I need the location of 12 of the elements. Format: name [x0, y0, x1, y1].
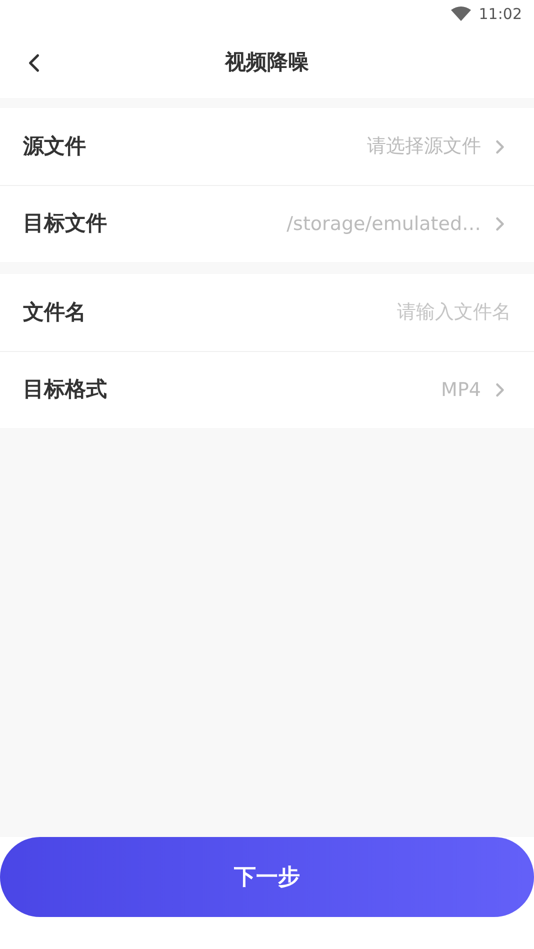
- select-field[interactable]: MP4: [441, 376, 511, 404]
- field-label: 目标格式: [23, 376, 107, 404]
- page-title: 视频降噪: [225, 49, 309, 76]
- field-label: 源文件: [23, 132, 86, 160]
- field-label: 文件名: [23, 298, 86, 326]
- field-label: 目标文件: [23, 210, 107, 238]
- select-field[interactable]: /storage/emulated…: [286, 210, 511, 238]
- next-button[interactable]: 下一步: [0, 837, 534, 917]
- input-field[interactable]: 请输入文件名: [291, 298, 511, 327]
- status-time: 11:02: [478, 4, 522, 25]
- wifi-icon: [450, 6, 471, 22]
- select-field[interactable]: 请选择源文件: [367, 132, 511, 161]
